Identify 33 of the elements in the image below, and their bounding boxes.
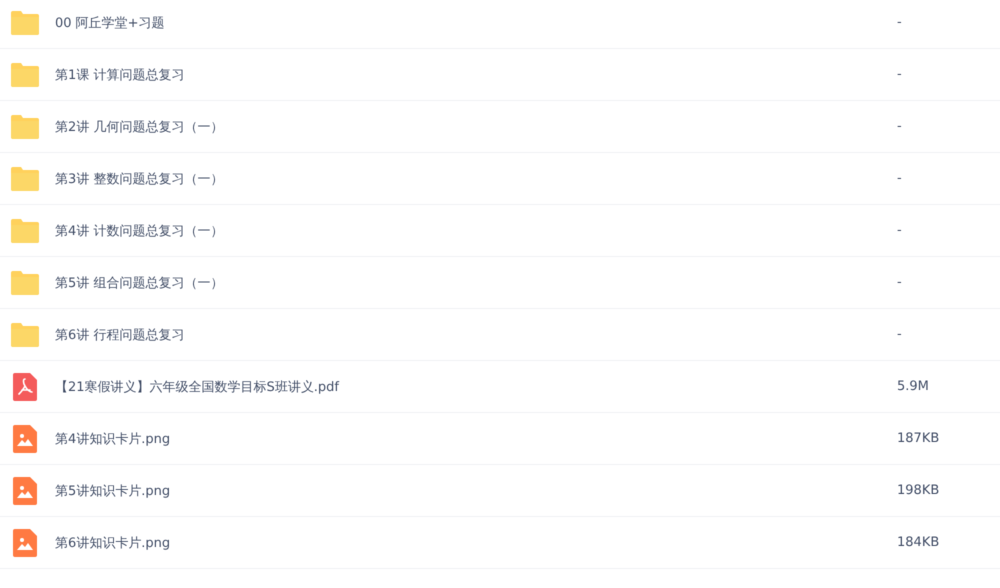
image-file-icon: [13, 528, 37, 556]
file-name[interactable]: 【21寒假讲义】六年级全国数学目标S班讲义.pdf: [55, 378, 897, 396]
folder-icon: [10, 270, 40, 294]
folder-icon: [10, 218, 40, 242]
file-size: -: [897, 327, 903, 342]
file-size: -: [897, 15, 903, 30]
file-size: -: [897, 119, 903, 134]
file-size: 5.9M: [897, 379, 930, 394]
file-name[interactable]: 第2讲 几何问题总复习（一）: [55, 118, 897, 136]
image-file-icon: [13, 476, 37, 504]
file-name[interactable]: 第6讲 行程问题总复习: [55, 326, 897, 344]
file-name[interactable]: 第6讲知识卡片.png: [55, 534, 897, 552]
image-file-icon: [13, 424, 37, 452]
folder-icon: [10, 10, 40, 34]
file-size: -: [897, 67, 903, 82]
folder-icon: [10, 322, 40, 346]
file-name[interactable]: 第4讲知识卡片.png: [55, 430, 897, 448]
file-name[interactable]: 第5讲 组合问题总复习（一）: [55, 274, 897, 292]
file-size: -: [897, 171, 903, 186]
file-name[interactable]: 第1课 计算问题总复习: [55, 66, 897, 84]
file-name[interactable]: 第4讲 计数问题总复习（一）: [55, 222, 897, 240]
file-size: 184KB: [897, 535, 940, 550]
folder-icon: [10, 114, 40, 138]
file-name[interactable]: 第3讲 整数问题总复习（一）: [55, 170, 897, 188]
file-size: -: [897, 223, 903, 238]
folder-icon: [10, 62, 40, 86]
file-name[interactable]: 00 阿丘学堂+习题: [55, 14, 897, 32]
file-name[interactable]: 第5讲知识卡片.png: [55, 482, 897, 500]
file-size: -: [897, 275, 903, 290]
folder-icon: [10, 166, 40, 190]
file-size: 187KB: [897, 431, 940, 446]
file-size: 198KB: [897, 483, 940, 498]
pdf-file-icon: [13, 372, 37, 400]
